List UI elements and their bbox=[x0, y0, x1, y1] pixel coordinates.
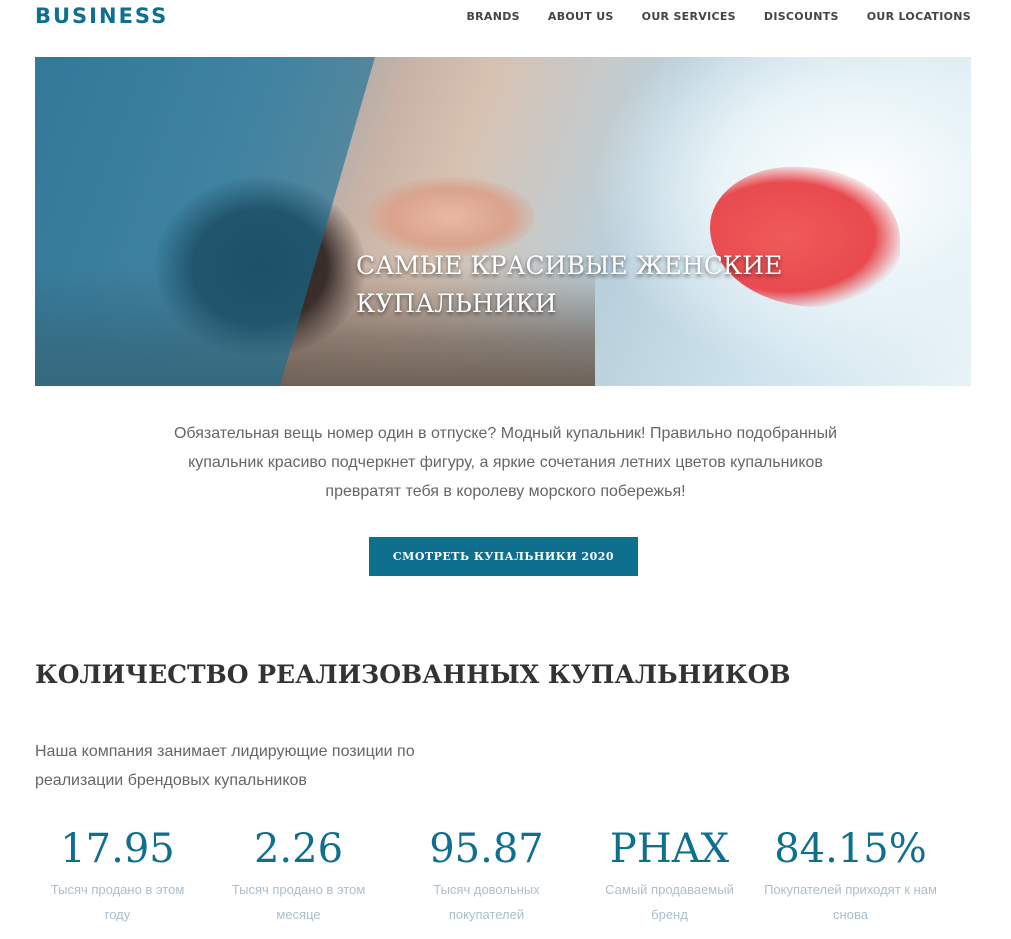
stat-item: 2.26 Тысяч продано в этом месяце bbox=[211, 822, 386, 927]
stat-label-line: Тысяч продано в этом bbox=[50, 882, 185, 897]
stat-label-line: Покупателей приходят к нам bbox=[764, 882, 937, 897]
main-nav: BRANDS ABOUT US OUR SERVICES DISCOUNTS O… bbox=[466, 10, 971, 23]
stat-value: 95.87 bbox=[429, 826, 544, 872]
stat-label: Тысяч продано в этом месяце bbox=[211, 877, 386, 927]
stat-value: 2.26 bbox=[253, 826, 344, 872]
nav-about-us[interactable]: ABOUT US bbox=[548, 10, 614, 23]
stat-label-line: месяце bbox=[276, 907, 321, 922]
stat-label: Самый продаваемый бренд bbox=[582, 877, 757, 927]
stats-description: Наша компания занимает лидирующие позици… bbox=[35, 737, 495, 795]
nav-our-locations[interactable]: OUR LOCATIONS bbox=[867, 10, 971, 23]
nav-our-services[interactable]: OUR SERVICES bbox=[642, 10, 736, 23]
intro-line: превратят тебя в королеву морского побер… bbox=[325, 483, 686, 500]
hero-banner: САМЫЕ КРАСИВЫЕ ЖЕНСКИЕ КУПАЛЬНИКИ bbox=[35, 57, 971, 386]
stat-label: Тысяч продано в этом году bbox=[30, 877, 205, 927]
site-logo[interactable]: BUSINESS bbox=[35, 4, 168, 28]
stats-description-line: реализации брендовых купальников bbox=[35, 772, 307, 789]
stats-description-line: Наша компания занимает лидирующие позици… bbox=[35, 743, 415, 760]
stat-value: PHAX bbox=[609, 826, 730, 872]
stat-label: Тысяч довольных покупателей bbox=[399, 877, 574, 927]
stat-value: 84.15% bbox=[774, 826, 927, 872]
stat-item: 17.95 Тысяч продано в этом году bbox=[30, 822, 205, 927]
stat-label: Покупателей приходят к нам снова bbox=[763, 877, 938, 927]
intro-line: Обязательная вещь номер один в отпуске? … bbox=[173, 425, 838, 442]
stat-label-line: Тысяч довольных bbox=[433, 882, 540, 897]
stat-label-line: году bbox=[104, 907, 131, 922]
stat-item: 84.15% Покупателей приходят к нам снова bbox=[763, 822, 938, 927]
nav-brands[interactable]: BRANDS bbox=[466, 10, 519, 23]
hero-caption: САМЫЕ КРАСИВЫЕ ЖЕНСКИЕ КУПАЛЬНИКИ bbox=[356, 247, 816, 323]
hero-caption-line2: КУПАЛЬНИКИ bbox=[356, 289, 557, 318]
stat-value: 17.95 bbox=[60, 826, 175, 872]
stat-label-line: снова bbox=[833, 907, 868, 922]
hero-face bbox=[365, 177, 535, 257]
stat-label-line: покупателей bbox=[448, 907, 525, 922]
stat-label-line: бренд bbox=[651, 907, 688, 922]
stat-item: PHAX Самый продаваемый бренд bbox=[582, 822, 757, 927]
intro-text: Обязательная вещь номер один в отпуске? … bbox=[0, 419, 1011, 506]
stat-item: 95.87 Тысяч довольных покупателей bbox=[399, 822, 574, 927]
stats-row: 17.95 Тысяч продано в этом году 2.26 Тыс… bbox=[30, 822, 975, 927]
stat-label-line: Самый продаваемый bbox=[605, 882, 734, 897]
intro-line: купальник красиво подчеркнет фигуру, а я… bbox=[188, 454, 823, 471]
view-swimsuits-button[interactable]: СМОТРЕТЬ КУПАЛЬНИКИ 2020 bbox=[369, 537, 638, 576]
nav-discounts[interactable]: DISCOUNTS bbox=[764, 10, 839, 23]
stat-label-line: Тысяч продано в этом bbox=[231, 882, 366, 897]
stats-title: КОЛИЧЕСТВО РЕАЛИЗОВАННЫХ КУПАЛЬНИКОВ bbox=[35, 660, 791, 689]
hero-caption-line1: САМЫЕ КРАСИВЫЕ ЖЕНСКИЕ bbox=[356, 251, 783, 280]
